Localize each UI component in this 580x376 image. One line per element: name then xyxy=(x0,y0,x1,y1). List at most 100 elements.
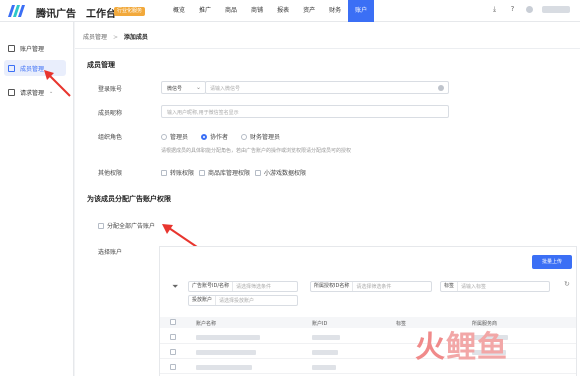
chevron-down-icon: ⌄ xyxy=(195,84,201,91)
select-all-checkbox[interactable] xyxy=(170,319,176,325)
perm-label: 转账权限 xyxy=(170,170,195,177)
top-bar: 腾讯广告 工作台 行业化服务 概览 推广 商品 商铺 报表 资产 财务 账户 ⤓… xyxy=(0,0,580,22)
annotation-arrow-icon xyxy=(162,224,198,248)
account-id-blurred xyxy=(312,350,338,355)
watermark-logo: 火鲤鱼 xyxy=(415,322,508,366)
watermark-part1: 火 xyxy=(415,330,446,365)
role-radio-collaborator[interactable]: 协作者 xyxy=(201,132,228,141)
clear-icon[interactable] xyxy=(438,85,444,91)
radio-circle xyxy=(161,133,167,140)
role-radio-finance-admin[interactable]: 财务管理员 xyxy=(241,132,280,141)
brand-name: 腾讯广告 xyxy=(36,9,76,20)
row-checkbox[interactable] xyxy=(170,364,176,370)
filter-icon[interactable]: ⏷ xyxy=(172,282,178,292)
column-header-tags: 标签 xyxy=(396,321,407,327)
member-nickname-label: 成员昵称 xyxy=(98,110,123,117)
checkbox-box xyxy=(161,169,167,176)
top-right-tools: ⤓ ? xyxy=(490,5,570,14)
nav-assets[interactable]: 资产 xyxy=(296,0,322,22)
filter-key: 所属授权ID名称 xyxy=(311,282,354,291)
refresh-icon[interactable]: ↻ xyxy=(564,280,570,288)
checkbox-box xyxy=(98,222,104,229)
login-type-select[interactable]: 微信号 ⌄ xyxy=(161,81,206,94)
select-accounts-label: 选择账户 xyxy=(98,249,123,256)
download-icon[interactable]: ⤓ xyxy=(490,5,499,14)
assign-all-accounts-checkbox[interactable]: 分配全部广告账户 xyxy=(98,221,155,230)
table-header: 账户名称 账户ID 标签 所属服务商 xyxy=(160,317,576,328)
workbench-title: 工作台 xyxy=(86,9,116,20)
radio-circle-selected xyxy=(201,133,207,140)
login-account-placeholder: 请输入微信号 xyxy=(210,86,241,92)
role-radio-admin[interactable]: 管理员 xyxy=(161,132,188,141)
role-option-label: 财务管理员 xyxy=(250,134,281,141)
filter-key: 标签 xyxy=(441,282,459,291)
role-option-label: 协作者 xyxy=(210,134,229,141)
nav-finance[interactable]: 财务 xyxy=(322,0,348,22)
breadcrumb-separator: > xyxy=(112,34,118,41)
breadcrumb: 成员管理 > 添加成员 xyxy=(83,32,148,41)
role-option-label: 管理员 xyxy=(170,134,189,141)
login-type-value: 微信号 xyxy=(167,86,183,92)
nav-products[interactable]: 商品 xyxy=(218,0,244,22)
perm-mini-game-checkbox[interactable]: 小游戏数据权限 xyxy=(255,168,306,177)
sidebar: 账户管理 成员管理 请求管理 ⌄ xyxy=(0,22,74,376)
account-selection-panel: 批量上传 ⏷ 广告账号ID/名称 请选择筛选条件 所属授权ID名称 请选择筛选条… xyxy=(159,246,577,376)
account-id-blurred xyxy=(312,365,336,370)
filter-key: 广告账号ID/名称 xyxy=(189,282,234,291)
filter-ad-account[interactable]: 广告账号ID/名称 请选择筛选条件 xyxy=(188,281,298,292)
other-permissions-label: 其他权限 xyxy=(98,170,123,177)
request-icon xyxy=(8,88,15,96)
perm-label: 商品库管理权限 xyxy=(208,170,251,177)
column-header-account-id: 账户ID xyxy=(312,321,328,327)
batch-upload-button[interactable]: 批量上传 xyxy=(532,255,572,269)
radio-circle xyxy=(241,133,247,140)
role-hint: 请根据成员的具体职能分配角色，若由广告账户的操作或浏览权限请分配成员可的授权 xyxy=(161,148,352,154)
nav-account[interactable]: 账户 xyxy=(348,0,375,22)
nav-overview[interactable]: 概览 xyxy=(166,0,192,22)
column-header-account-name: 账户名称 xyxy=(196,321,217,327)
table-row[interactable] xyxy=(160,346,576,359)
sidebar-item-label: 账户管理 xyxy=(20,45,45,53)
filter-authorization[interactable]: 所属授权ID名称 请选择筛选条件 xyxy=(310,281,432,292)
account-icon xyxy=(8,44,15,52)
table-row[interactable] xyxy=(160,331,576,344)
table-row[interactable] xyxy=(160,361,576,374)
breadcrumb-current: 添加成员 xyxy=(123,34,148,41)
checkbox-box xyxy=(255,169,261,176)
help-icon[interactable]: ? xyxy=(508,5,517,14)
tencent-ads-logo-icon[interactable] xyxy=(8,5,25,17)
account-name-blurred xyxy=(196,350,256,355)
nav-reports[interactable]: 报表 xyxy=(270,0,296,22)
member-nickname-input[interactable]: 输入用户昵称,用于微信签名显示 xyxy=(161,105,449,118)
filter-key: 投放账户 xyxy=(189,296,217,305)
row-checkbox[interactable] xyxy=(170,334,176,340)
member-nickname-placeholder: 输入用户昵称,用于微信签名显示 xyxy=(167,110,239,116)
industry-badge: 行业化服务 xyxy=(114,7,146,16)
perm-product-library-checkbox[interactable]: 商品库管理权限 xyxy=(199,168,250,177)
divider xyxy=(75,48,580,49)
perm-label: 小游戏数据权限 xyxy=(264,170,307,177)
row-checkbox[interactable] xyxy=(170,349,176,355)
login-account-label: 登录账号 xyxy=(98,86,123,93)
perm-transfer-checkbox[interactable]: 转账权限 xyxy=(161,168,194,177)
checkbox-box xyxy=(199,169,205,176)
assign-all-label: 分配全部广告账户 xyxy=(107,223,156,230)
account-name-blurred[interactable] xyxy=(542,6,570,13)
filter-tags[interactable]: 标签 请输入标签 xyxy=(440,281,550,292)
watermark-part2: 鲤鱼 xyxy=(446,330,508,365)
filter-delivery-account[interactable]: 投放账户 请选择投放账户 xyxy=(188,295,298,306)
filter-value: 请选择投放账户 xyxy=(219,298,255,304)
account-name-blurred xyxy=(196,335,260,340)
account-name-blurred xyxy=(196,365,252,370)
login-account-input[interactable]: 请输入微信号 xyxy=(205,81,449,94)
filter-value: 请选择筛选条件 xyxy=(236,284,272,290)
nav-promotion[interactable]: 推广 xyxy=(192,0,218,22)
avatar[interactable] xyxy=(526,6,533,13)
assign-section-title: 为该成员分配广告账户权限 xyxy=(87,195,171,203)
account-id-blurred xyxy=(312,335,340,340)
breadcrumb-parent[interactable]: 成员管理 xyxy=(83,34,107,41)
nav-shops[interactable]: 商铺 xyxy=(244,0,270,22)
sidebar-item-account-management[interactable]: 账户管理 xyxy=(4,40,66,56)
filter-value: 请选择筛选条件 xyxy=(356,284,392,290)
member-section-title: 成员管理 xyxy=(87,61,115,69)
